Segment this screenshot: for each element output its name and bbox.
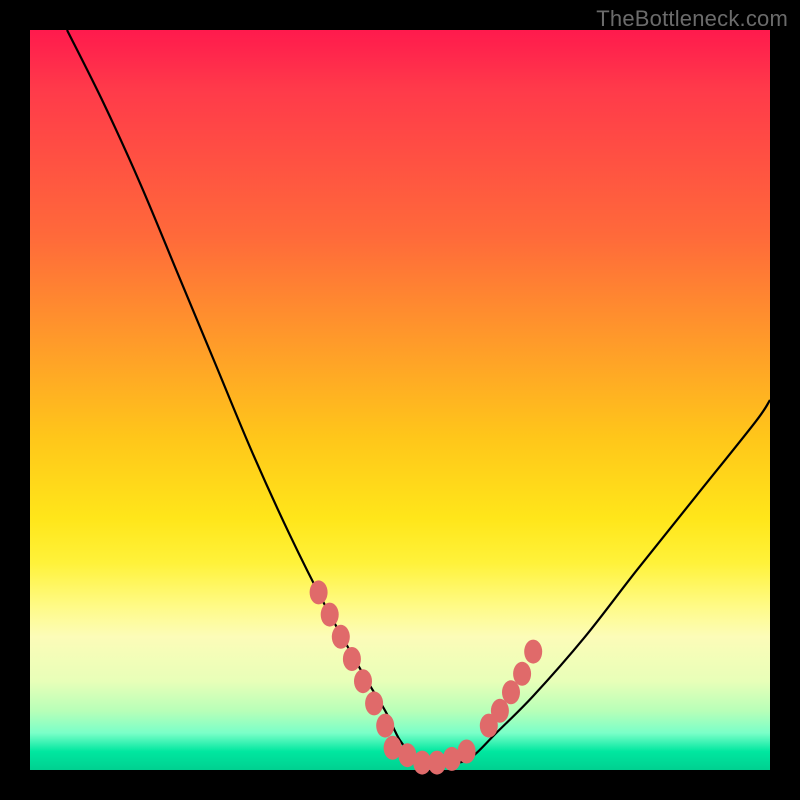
outer-frame: TheBottleneck.com — [0, 0, 800, 800]
plot-area — [30, 30, 770, 770]
marker-right — [524, 640, 542, 664]
curve-svg — [30, 30, 770, 770]
marker-left — [354, 669, 372, 693]
marker-right — [513, 662, 531, 686]
marker-left — [310, 580, 328, 604]
bottleneck-curve-path — [67, 30, 770, 764]
marker-left — [343, 647, 361, 671]
v-curve — [67, 30, 770, 764]
marker-group — [310, 580, 543, 774]
marker-left — [376, 714, 394, 738]
marker-left — [365, 691, 383, 715]
marker-left — [332, 625, 350, 649]
marker-bottom — [458, 740, 476, 764]
watermark-text: TheBottleneck.com — [596, 6, 788, 32]
marker-left — [321, 603, 339, 627]
